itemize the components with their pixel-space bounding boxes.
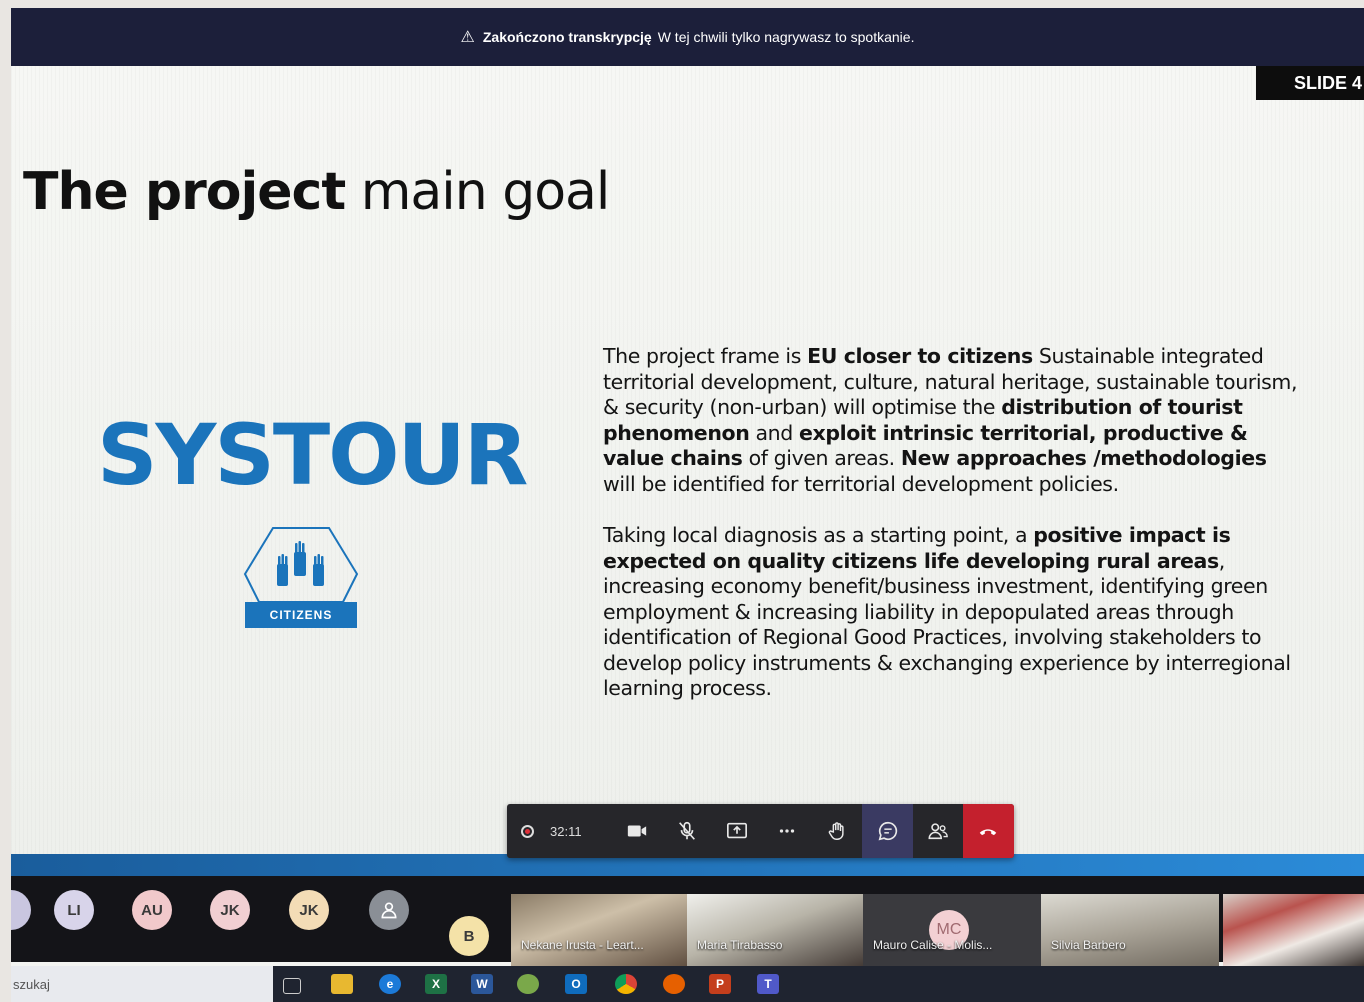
- participant-video-tile[interactable]: Maria Tirabasso: [687, 894, 863, 970]
- app-icon[interactable]: [517, 974, 539, 994]
- chrome-icon[interactable]: [615, 974, 637, 994]
- teams-icon[interactable]: T: [757, 974, 779, 994]
- participant-name: Mauro Calise - Molis...: [873, 938, 993, 952]
- avatar-partial[interactable]: [11, 890, 31, 930]
- hang-up-icon: [980, 829, 997, 836]
- share-screen-button[interactable]: [712, 804, 762, 858]
- text-run: Taking local diagnosis as a starting poi…: [603, 523, 1034, 547]
- slide-body-text: The project frame is EU closer to citize…: [603, 344, 1303, 728]
- notice-text: W tej chwili tylko nagrywasz to spotkani…: [657, 29, 915, 45]
- avatar[interactable]: AU: [132, 890, 172, 930]
- file-explorer-icon[interactable]: [331, 974, 353, 994]
- slide-number-badge: SLIDE 4: [1256, 66, 1364, 100]
- avatar[interactable]: JK: [210, 890, 250, 930]
- taskbar-search-box[interactable]: szukaj: [11, 966, 273, 1002]
- raise-hand-button[interactable]: [812, 804, 862, 858]
- avatar[interactable]: [369, 890, 409, 930]
- edge-icon[interactable]: e: [379, 974, 401, 994]
- share-screen-icon: [727, 822, 747, 839]
- raise-hand-icon: [829, 822, 844, 840]
- slide-title-rest: main goal: [345, 162, 611, 222]
- search-placeholder: szukaj: [13, 976, 50, 992]
- participants-strip: LI AU JK JK B Nekane Irusta - Leart... M…: [11, 876, 1364, 970]
- warning-icon: ⚠: [460, 29, 475, 46]
- text-run: of given areas.: [742, 446, 901, 470]
- text-run: will be identified for territorial devel…: [603, 471, 1119, 496]
- slide-title-bold: The project: [23, 162, 346, 222]
- participant-name: Nekane Irusta - Leart...: [521, 938, 644, 952]
- call-timer: 32:11: [550, 823, 582, 839]
- people-button[interactable]: [913, 804, 963, 858]
- chat-icon: [878, 821, 897, 841]
- call-toolbar: 32:11: [507, 804, 1015, 858]
- citizens-label: CITIZENS: [245, 602, 357, 628]
- participant-video-tile[interactable]: Nekane Irusta - Leart...: [511, 894, 687, 970]
- hang-up-button[interactable]: [962, 804, 1015, 858]
- avatar[interactable]: JK: [289, 890, 329, 930]
- excel-icon[interactable]: X: [425, 974, 447, 994]
- firefox-icon[interactable]: [663, 974, 685, 994]
- powerpoint-icon[interactable]: P: [709, 974, 731, 994]
- more-options-button[interactable]: [762, 804, 812, 858]
- more-icon: [780, 829, 795, 833]
- camera-icon: [627, 825, 646, 837]
- user-icon: [381, 902, 397, 919]
- slide-paragraph-2: Taking local diagnosis as a starting poi…: [603, 523, 1303, 702]
- chat-button[interactable]: [862, 804, 913, 858]
- mic-muted-icon: [678, 821, 695, 840]
- text-run: and: [749, 420, 799, 445]
- people-icon: [928, 823, 948, 840]
- slide-title: The project main goal: [23, 162, 611, 222]
- camera-button[interactable]: [612, 804, 662, 858]
- text-run: The project frame is: [603, 344, 808, 368]
- participant-name: Silvia Barbero: [1051, 938, 1126, 952]
- task-view-icon[interactable]: [283, 978, 301, 994]
- shared-slide: SLIDE 4 The project main goal SYSTOUR CI…: [11, 66, 1364, 856]
- recording-indicator: 32:11: [507, 824, 612, 839]
- bold-text-run: New approaches /methodologies: [900, 446, 1267, 470]
- avatar[interactable]: LI: [54, 890, 94, 930]
- participant-video-tile[interactable]: MC Mauro Calise - Molis...: [863, 894, 1041, 970]
- participant-video-tile[interactable]: [1223, 894, 1364, 970]
- record-icon: [521, 824, 534, 838]
- windows-taskbar: szukaj e X W O P T: [11, 966, 1364, 1002]
- mic-button[interactable]: [662, 804, 712, 858]
- avatar[interactable]: B: [449, 916, 489, 956]
- notice-title: Zakończono transkrypcję: [482, 29, 652, 45]
- slide-paragraph-1: The project frame is EU closer to citize…: [603, 344, 1303, 497]
- word-icon[interactable]: W: [471, 974, 493, 994]
- bold-text-run: EU closer to citizens: [807, 344, 1033, 368]
- outlook-icon[interactable]: O: [565, 974, 587, 994]
- monitor-screen: ⚠ Zakończono transkrypcję W tej chwili t…: [11, 8, 1364, 1002]
- systour-logo: SYSTOUR: [97, 406, 528, 504]
- recording-notice-bar: ⚠ Zakończono transkrypcję W tej chwili t…: [11, 8, 1364, 66]
- participant-video-tile[interactable]: Silvia Barbero: [1041, 894, 1219, 970]
- participant-name: Maria Tirabasso: [697, 938, 783, 952]
